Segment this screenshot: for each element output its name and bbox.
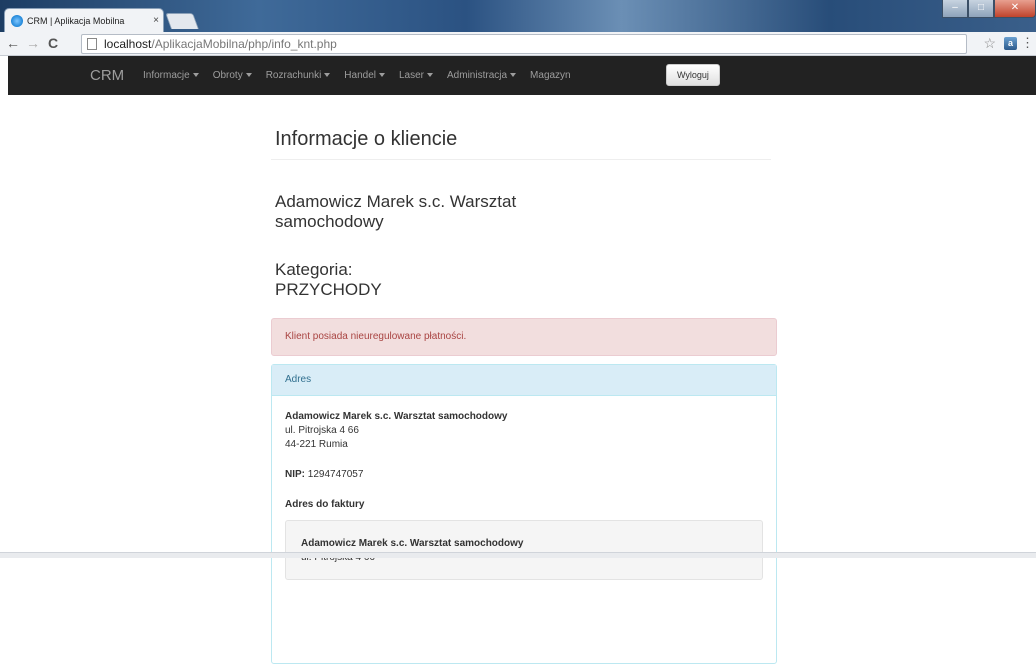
status-strip [0,552,1036,558]
window-controls: – □ ✕ [942,0,1036,20]
close-window-icon[interactable]: ✕ [994,0,1036,18]
url-path: /AplikacjaMobilna/php/info_knt.php [151,37,337,51]
logout-button[interactable]: Wyloguj [666,64,720,86]
category-label: Kategoria: [275,260,353,279]
nip-row: NIP: 1294747057 [285,468,763,482]
address-name: Adamowicz Marek s.c. Warsztat samochodow… [285,411,508,422]
browser-toolbar: ← → C localhost/AplikacjaMobilna/php/inf… [0,32,1036,56]
favicon-icon [11,14,23,27]
page-header: Informacje o kliencie [271,128,771,160]
caret-down-icon [324,73,331,78]
browser-menu-icon[interactable]: ⋮ [1021,35,1034,51]
new-tab-button[interactable] [165,13,199,29]
address-panel-body: Adamowicz Marek s.c. Warsztat samochodow… [272,396,776,594]
invoice-address-well: Adamowicz Marek s.c. Warsztat samochodow… [285,520,763,580]
navbar-brand[interactable]: CRM [90,67,124,84]
nav-item-administracja[interactable]: Administracja [447,70,517,81]
back-icon[interactable]: ← [6,35,20,51]
maximize-icon[interactable]: □ [968,0,994,18]
caret-down-icon [427,73,434,78]
client-name: Adamowicz Marek s.c. Warsztat samochodow… [275,192,517,231]
invoice-name: Adamowicz Marek s.c. Warsztat samochodow… [301,538,524,549]
main-content: Informacje o kliencie Adamowicz Marek s.… [271,95,777,664]
minimize-icon[interactable]: – [942,0,968,18]
caret-down-icon [379,73,385,78]
browser-titlebar: CRM | Aplikacja Mobilna × – □ ✕ [0,0,1036,32]
page-icon [87,38,97,50]
address-city: 44-221 Rumia [285,439,348,450]
extension-icon[interactable]: a [1004,37,1017,50]
nav-item-handel[interactable]: Handel [344,70,385,81]
reload-icon[interactable]: C [48,35,58,51]
nip-label: NIP: [285,469,305,480]
tab-title: CRM | Aplikacja Mobilna [27,15,125,26]
caret-down-icon [510,73,517,78]
browser-tab[interactable]: CRM | Aplikacja Mobilna × [4,8,164,32]
nip-value: 1294747057 [307,469,364,480]
address-street: ul. Pitrojska 4 66 [285,425,359,436]
address-panel-heading: Adres [272,365,776,396]
tab-close-icon[interactable]: × [149,15,163,26]
invoice-address-label: Adres do faktury [285,499,365,510]
address-panel: Adres Adamowicz Marek s.c. Warsztat samo… [271,364,777,664]
payment-alert: Klient posiada nieuregulowane płatności. [271,318,777,356]
nav-item-rozrachunki[interactable]: Rozrachunki [266,70,331,81]
category-value: PRZYCHODY [275,280,382,299]
caret-down-icon [192,73,199,78]
nav-item-informacje[interactable]: Informacje [143,70,199,81]
nav-item-obroty[interactable]: Obroty [213,70,252,81]
nav-item-laser[interactable]: Laser [399,70,434,81]
caret-down-icon [245,73,252,78]
bookmark-star-icon[interactable]: ☆ [983,35,996,52]
forward-icon[interactable]: → [26,35,40,51]
url-host: localhost [104,37,152,51]
navbar-menu: Informacje Obroty Rozrachunki Handel Las… [143,56,585,95]
address-bar[interactable]: localhost/AplikacjaMobilna/php/info_knt.… [81,34,967,54]
app-navbar: CRM Informacje Obroty Rozrachunki Handel… [8,56,1036,95]
nav-item-magazyn[interactable]: Magazyn [530,70,571,81]
page-title: Informacje o kliencie [275,128,458,150]
